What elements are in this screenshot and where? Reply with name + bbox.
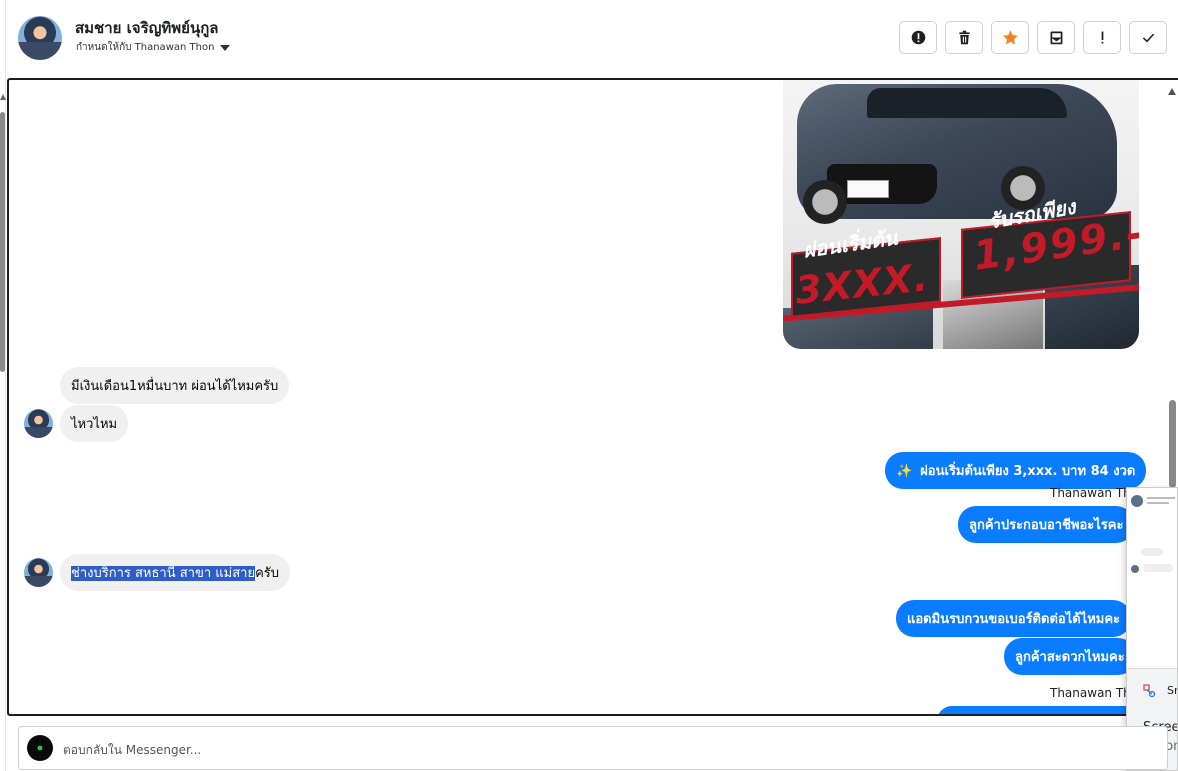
mark-unread-icon — [1050, 31, 1062, 45]
conversation-header: สมชาย เจริญทิพย์นุกูล กำหนดให้กับ Thanaw… — [7, 0, 1178, 78]
message-thread[interactable]: ผ่อนเริ่มต้น 3XXX. รับรถเพียง 1,999.- มี… — [7, 78, 1178, 716]
promo-image[interactable]: ผ่อนเริ่มต้น 3XXX. รับรถเพียง 1,999.- — [783, 80, 1139, 349]
star-button[interactable] — [991, 21, 1029, 54]
selected-text: ช่างบริการ สหธานี สาขา แม่สาย — [71, 566, 256, 581]
check-icon — [1142, 33, 1154, 43]
scrollbar-thumb[interactable] — [1169, 400, 1176, 488]
message-outgoing: แอดมินรบกวนขอเบอร์ติดต่อได้ไหมคะ — [896, 600, 1132, 637]
contact-avatar[interactable] — [18, 16, 62, 60]
report-spam-button[interactable] — [899, 21, 937, 54]
message-outgoing: ✨ ผ่อนเริ่มต้นเพียง 3,xxx. บาท 84 งวด — [885, 452, 1147, 489]
contact-name[interactable]: สมชาย เจริญทิพย์นุกูล — [75, 16, 219, 40]
message-text: ครับ — [255, 566, 280, 581]
delete-button[interactable] — [945, 21, 983, 54]
preview-bubble — [1143, 564, 1173, 572]
contact-avatar-small[interactable] — [24, 558, 53, 587]
scroll-up-arrow-icon[interactable] — [1168, 88, 1176, 95]
important-button[interactable] — [1083, 21, 1121, 54]
left-scrollbar-thumb[interactable] — [0, 112, 5, 372]
delete-icon — [958, 30, 970, 45]
caret-down-icon — [220, 44, 231, 51]
assignee-dropdown[interactable]: กำหนดให้กับ Thanawan Thon — [76, 40, 231, 55]
snipping-tool-label: Sn — [1167, 684, 1177, 697]
reply-input[interactable]: ตอบกลับใน Messenger... — [63, 741, 201, 760]
report-spam-icon — [911, 30, 925, 45]
message-incoming: ช่างบริการ สหธานี สาขา แม่สายครับ — [24, 554, 291, 591]
preview-bubble — [1141, 548, 1163, 556]
message-bubble[interactable]: ลูกค้าประกอบอาชีพอะไรคะ — [958, 506, 1135, 543]
snipping-tool-icon — [1143, 684, 1156, 698]
sparkle-icon: ✨ — [896, 464, 913, 479]
star-icon — [1002, 30, 1018, 45]
reply-box[interactable]: ตอบกลับใน Messenger... — [18, 726, 1168, 770]
message-outgoing: ลูกค้าสะดวกไหมคะ — [1004, 638, 1136, 675]
assignee-label: กำหนดให้กับ Thanawan Thon — [76, 42, 215, 53]
message-incoming: ไหวไหม — [24, 405, 129, 442]
message-bubble[interactable]: ไหวไหม — [60, 405, 129, 442]
preview-avatar — [1131, 565, 1139, 573]
message-outgoing: ลูกค้าประกอบอาชีพอะไรคะ — [958, 506, 1135, 543]
important-icon — [1101, 31, 1103, 44]
contact-avatar-small[interactable] — [24, 409, 53, 438]
mark-unread-button[interactable] — [1037, 21, 1075, 54]
message-bubble[interactable]: ช่างบริการ สหธานี สาขา แม่สายครับ — [60, 554, 291, 591]
preview-avatar — [1131, 495, 1143, 507]
messenger-inbox-page: สมชาย เจริญทิพย์นุกูล กำหนดให้กับ Thanaw… — [0, 0, 1178, 771]
left-panel-edge — [0, 0, 6, 771]
message-bubble[interactable]: ✨ ผ่อนเริ่มต้นเพียง 3,xxx. บาท 84 งวด — [885, 452, 1147, 489]
message-bubble[interactable]: มีเงินเดือน1หมื่นบาท ผ่อนได้ไหมครับ — [60, 367, 290, 404]
conversation-actions — [899, 21, 1167, 54]
message-bubble[interactable]: ลูกค้าสะดวกไหมคะ — [1004, 638, 1136, 675]
scroll-up-arrow-icon[interactable] — [0, 94, 6, 100]
message-incoming: มีเงินเดือน1หมื่นบาท ผ่อนได้ไหมครับ — [60, 367, 290, 404]
message-bubble-partial[interactable] — [937, 706, 1147, 714]
mark-done-button[interactable] — [1129, 21, 1167, 54]
page-avatar — [27, 735, 53, 761]
message-text: ผ่อนเริ่มต้นเพียง 3,xxx. บาท 84 งวด — [920, 464, 1136, 479]
message-bubble[interactable]: แอดมินรบกวนขอเบอร์ติดต่อได้ไหมคะ — [896, 600, 1132, 637]
